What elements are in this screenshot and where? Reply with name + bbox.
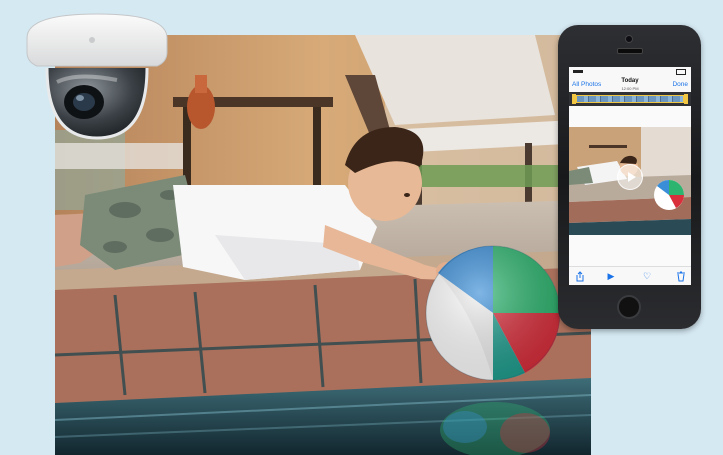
done-button[interactable]: Done — [672, 81, 688, 88]
share-icon[interactable] — [574, 271, 586, 282]
photos-nav-bar: All Photos Today 12:00 PM Done — [569, 76, 691, 92]
dome-camera-image — [22, 10, 172, 145]
front-camera — [625, 35, 633, 43]
photo-toolbar: ▶ ♡ — [569, 266, 691, 285]
video-thumbnail[interactable] — [569, 127, 691, 235]
home-button[interactable] — [617, 295, 641, 319]
phone-screen: All Photos Today 12:00 PM Done ▶ ♡ — [569, 67, 691, 285]
trim-handle-end[interactable] — [684, 94, 688, 104]
video-trim-filmstrip[interactable] — [569, 92, 691, 106]
smartphone: All Photos Today 12:00 PM Done ▶ ♡ — [558, 25, 701, 329]
filmstrip-frames — [576, 95, 684, 103]
battery-icon — [676, 69, 686, 75]
play-icon[interactable]: ▶ — [605, 271, 617, 282]
video-preview-area — [569, 106, 691, 266]
heart-icon[interactable]: ♡ — [641, 271, 653, 282]
signal-icon — [573, 70, 583, 73]
video-play-overlay-button[interactable] — [617, 164, 643, 190]
trash-icon[interactable] — [675, 271, 687, 282]
earpiece-speaker — [617, 48, 643, 54]
page: All Photos Today 12:00 PM Done ▶ ♡ — [0, 0, 723, 455]
status-bar — [569, 67, 691, 76]
